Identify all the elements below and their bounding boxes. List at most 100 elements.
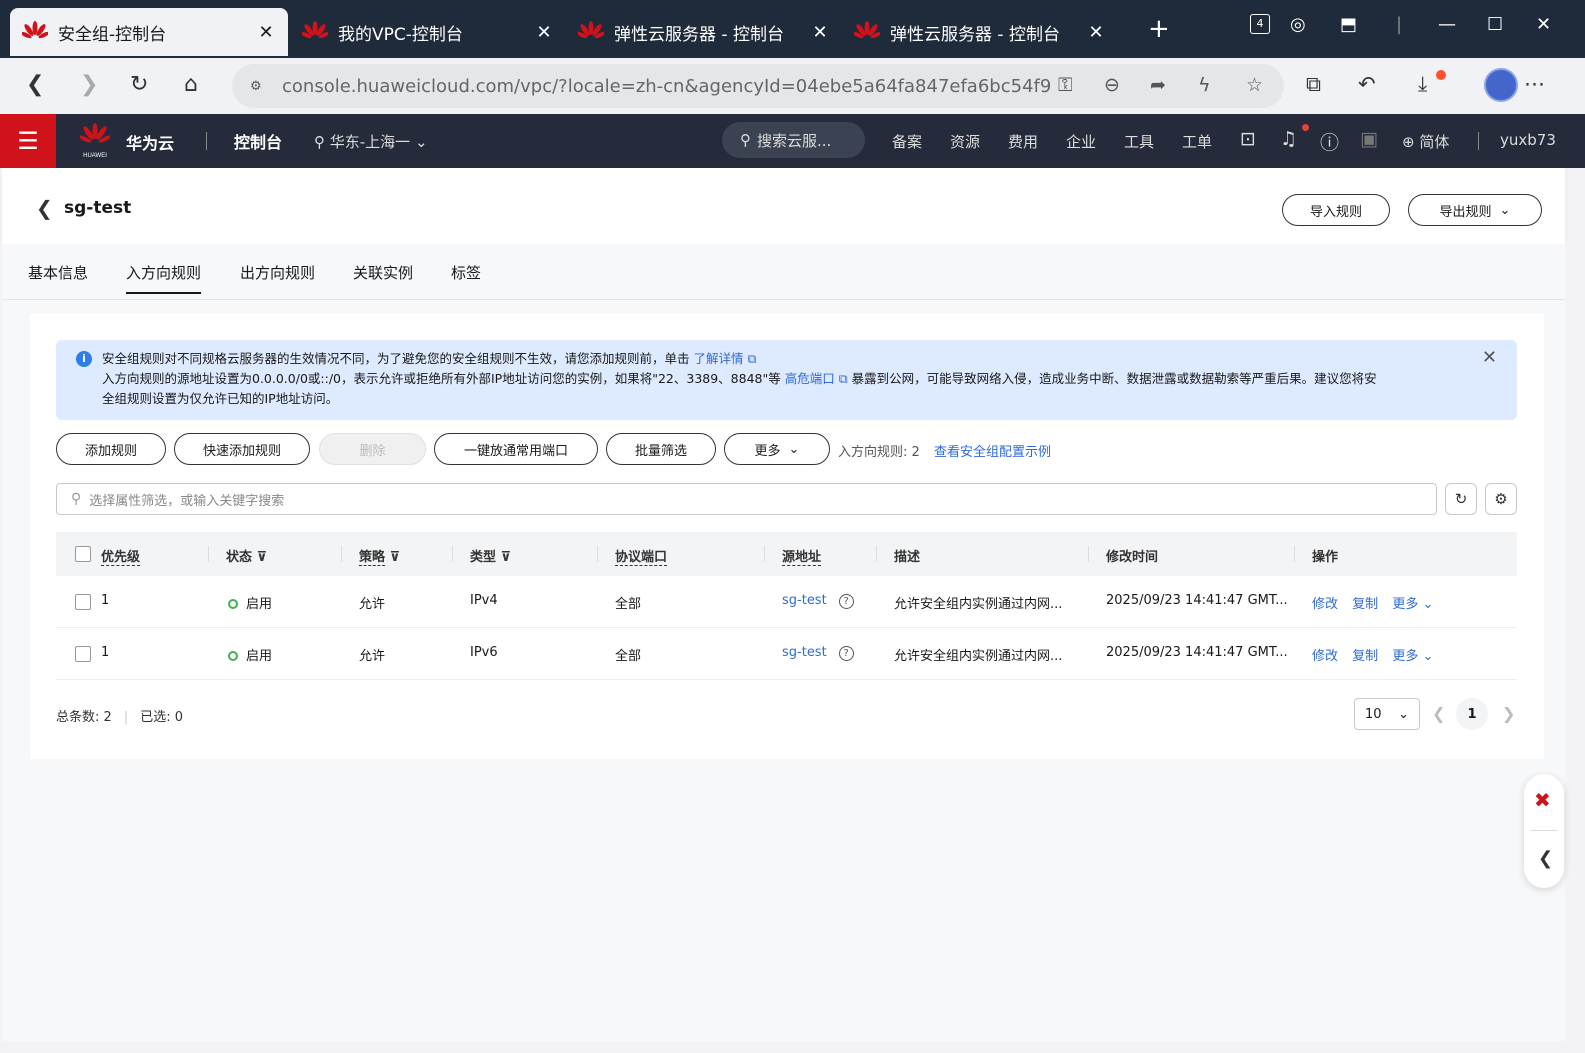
assistant-icon[interactable]: ✖ <box>1534 788 1551 812</box>
extensions-shirt-icon[interactable]: ⬒ <box>1340 14 1357 35</box>
prev-page-icon[interactable]: ❮ <box>1432 704 1445 723</box>
select-all-checkbox[interactable] <box>75 546 91 562</box>
chevron-down-icon[interactable]: ⌄ <box>1422 597 1433 612</box>
col-protocol-port[interactable]: 协议端口 <box>615 546 668 566</box>
share-icon[interactable]: ➦ <box>1150 74 1166 96</box>
back-icon[interactable]: ❮ <box>26 72 44 97</box>
add-rule-button[interactable]: 添加规则 <box>56 433 166 465</box>
copy-link[interactable]: 复制 <box>1352 597 1378 612</box>
close-icon[interactable]: ✕ <box>256 22 276 43</box>
language-selector[interactable]: ⊕ 简体 <box>1402 131 1449 152</box>
region-selector[interactable]: ⚲ 华东-上海一 ⌄ <box>314 131 428 152</box>
window-close-icon[interactable]: ✕ <box>1536 14 1551 35</box>
nav-tools[interactable]: 工具 <box>1124 131 1154 152</box>
new-tab-plus-icon[interactable]: + <box>1148 16 1170 42</box>
chevron-down-icon[interactable]: ⌄ <box>1422 649 1433 664</box>
huawei-logo-icon[interactable]: HUAWEI <box>80 122 110 160</box>
more-button[interactable]: 更多 ⌄ <box>724 433 830 465</box>
history-icon[interactable]: ↶ <box>1358 72 1376 96</box>
row-checkbox[interactable] <box>75 646 91 662</box>
lightning-icon[interactable]: ϟ <box>1198 74 1211 96</box>
close-icon[interactable]: ✕ <box>534 22 554 43</box>
edit-link[interactable]: 修改 <box>1312 597 1338 612</box>
tab-count-badge[interactable]: 4 <box>1250 14 1270 34</box>
filter-search-input[interactable]: ⚲ 选择属性筛选，或输入关键字搜索 <box>56 483 1437 515</box>
import-rules-button[interactable]: 导入规则 <box>1282 194 1390 226</box>
high-risk-ports-link[interactable]: 高危端口 <box>785 371 835 386</box>
nav-filing[interactable]: 备案 <box>892 131 922 152</box>
filter-funnel-icon[interactable]: ⊽ <box>390 550 401 565</box>
source-sg-link[interactable]: sg-test <box>782 593 827 608</box>
brand-name[interactable]: 华为云 <box>126 130 174 154</box>
console-title[interactable]: 控制台 <box>234 129 282 153</box>
more-actions-link[interactable]: 更多 <box>1392 597 1418 612</box>
zoom-out-icon[interactable]: ⊖ <box>1104 74 1120 96</box>
help-question-icon[interactable]: ? <box>838 646 854 661</box>
terminal-icon[interactable]: ⊡ <box>1240 128 1256 150</box>
menu-icon[interactable]: ☰ <box>0 114 56 168</box>
col-status[interactable]: 状态 ⊽ <box>226 546 267 565</box>
site-info-icon[interactable]: ⚙ <box>250 79 270 94</box>
page-size-select[interactable]: 10 ⌄ <box>1354 698 1420 730</box>
source-sg-link[interactable]: sg-test <box>782 645 827 660</box>
help-question-icon[interactable]: ? <box>838 594 854 609</box>
nav-enterprise[interactable]: 企业 <box>1066 131 1096 152</box>
current-page-button[interactable]: 1 <box>1456 698 1488 730</box>
quick-add-rule-button[interactable]: 快速添加规则 <box>174 433 310 465</box>
url-bar[interactable]: ⚙ console.huaweicloud.com/vpc/?locale=zh… <box>232 64 1284 108</box>
nav-tickets[interactable]: 工单 <box>1182 131 1212 152</box>
key-icon[interactable]: ⚿ <box>1058 74 1072 96</box>
nav-resources[interactable]: 资源 <box>950 131 980 152</box>
close-notice-icon[interactable]: ✕ <box>1482 348 1497 368</box>
delete-button[interactable]: 删除 <box>319 433 426 465</box>
open-common-ports-button[interactable]: 一键放通常用端口 <box>434 433 598 465</box>
minimize-icon[interactable]: — <box>1438 14 1456 35</box>
browser-tab-ecs-2[interactable]: 弹性云服务器 - 控制台 ✕ <box>842 8 1118 56</box>
close-icon[interactable]: ✕ <box>1086 22 1106 43</box>
help-icon[interactable]: ⓘ <box>1320 128 1339 155</box>
incognito-icon[interactable]: ◎ <box>1290 14 1306 35</box>
row-checkbox[interactable] <box>75 594 91 610</box>
export-rules-button[interactable]: 导出规则 ⌄ <box>1408 194 1542 226</box>
col-policy[interactable]: 策略 ⊽ <box>359 546 401 566</box>
home-icon[interactable]: ⌂ <box>184 72 198 97</box>
settings-gear-icon[interactable]: ⚙ <box>1485 483 1517 515</box>
col-priority[interactable]: 优先级 <box>101 546 141 566</box>
col-type[interactable]: 类型 ⊽ <box>470 546 511 565</box>
maximize-icon[interactable]: ☐ <box>1487 14 1503 35</box>
tab-inbound-rules[interactable]: 入方向规则 <box>126 262 202 294</box>
copy-link[interactable]: 复制 <box>1352 649 1378 664</box>
filter-funnel-icon[interactable]: ⊽ <box>257 550 268 565</box>
download-icon[interactable]: ⤓ <box>1418 72 1427 97</box>
tab-basic-info[interactable]: 基本信息 <box>28 262 88 283</box>
username[interactable]: yuxb73 <box>1500 131 1556 149</box>
nav-billing[interactable]: 费用 <box>1008 131 1038 152</box>
feedback-icon[interactable]: ▣ <box>1360 128 1378 150</box>
edit-link[interactable]: 修改 <box>1312 649 1338 664</box>
bell-icon[interactable]: ♫ <box>1280 128 1297 150</box>
next-page-icon[interactable]: ❯ <box>1502 704 1515 723</box>
browser-tab-vpc[interactable]: 我的VPC-控制台 ✕ <box>290 8 566 56</box>
more-menu-icon[interactable]: ⋯ <box>1524 72 1545 96</box>
avatar[interactable] <box>1484 68 1518 102</box>
batch-filter-button[interactable]: 批量筛选 <box>606 433 716 465</box>
filter-funnel-icon[interactable]: ⊽ <box>501 550 512 565</box>
collapse-chevron-left-icon[interactable]: ❮ <box>1538 848 1553 869</box>
browser-tab-security-group[interactable]: 安全组-控制台 ✕ <box>10 8 288 56</box>
extensions-icon[interactable]: ⧉ <box>1306 72 1321 97</box>
col-source[interactable]: 源地址 <box>782 546 822 566</box>
back-arrow-icon[interactable]: ❮ <box>36 196 53 220</box>
more-actions-link[interactable]: 更多 <box>1392 649 1418 664</box>
refresh-icon[interactable]: ↻ <box>1445 483 1477 515</box>
tab-associated-instances[interactable]: 关联实例 <box>353 262 413 283</box>
bookmark-star-icon[interactable]: ☆ <box>1246 74 1263 96</box>
close-icon[interactable]: ✕ <box>810 22 830 43</box>
url-text[interactable]: console.huaweicloud.com/vpc/?locale=zh-c… <box>282 76 1052 97</box>
tab-outbound-rules[interactable]: 出方向规则 <box>240 262 315 283</box>
tab-tags[interactable]: 标签 <box>451 262 481 283</box>
console-search-input[interactable]: ⚲ 搜索云服... <box>722 122 865 158</box>
view-config-example-link[interactable]: 查看安全组配置示例 <box>934 441 1051 460</box>
learn-more-link[interactable]: 了解详情 <box>694 351 744 366</box>
browser-tab-ecs-1[interactable]: 弹性云服务器 - 控制台 ✕ <box>566 8 842 56</box>
forward-icon[interactable]: ❯ <box>80 72 98 97</box>
